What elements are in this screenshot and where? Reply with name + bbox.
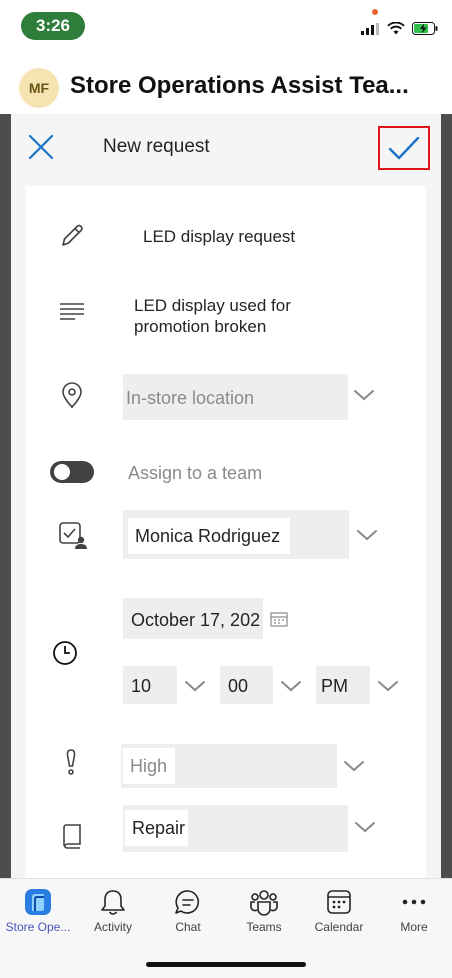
description-line-1: LED display used for [134,296,291,315]
wifi-icon [387,22,405,35]
clock-icon [53,641,77,665]
date-picker[interactable]: October 17, 202 [123,598,263,639]
description-line-2: promotion broken [134,317,267,336]
home-indicator [146,962,306,967]
priority-exclamation-icon [66,749,76,775]
team-header: MF Store Operations Assist Tea... [0,58,452,114]
minute-value: 00 [228,676,249,696]
category-value: Repair [125,810,188,846]
nav-activity[interactable]: Activity [75,887,151,934]
chevron-down-icon[interactable] [356,528,378,542]
close-icon [28,134,54,160]
hour-value: 10 [131,676,152,696]
submit-button[interactable] [378,126,430,170]
ampm-dropdown[interactable]: PM [316,666,370,704]
assign-team-toggle[interactable] [50,461,94,483]
pencil-icon [62,224,83,246]
chevron-down-icon[interactable] [354,820,376,834]
ampm-value: PM [321,676,348,696]
chevron-down-icon[interactable] [280,679,302,693]
teams-icon [250,890,278,916]
assignee-icon [59,522,87,549]
chevron-down-icon[interactable] [343,759,365,773]
priority-value: High [123,748,175,784]
nav-store-operations[interactable]: Store Ope... [0,887,76,934]
cellular-signal-icon [361,22,379,35]
nav-calendar[interactable]: Calendar [301,887,377,934]
recording-dot [372,9,378,15]
nav-more[interactable]: More [376,887,452,934]
location-dropdown[interactable]: In-store location [123,374,348,420]
nav-label: Store Ope... [5,920,71,934]
assignee-value: Monica Rodriguez [128,518,290,554]
close-button[interactable] [26,132,56,162]
chevron-down-icon[interactable] [377,679,399,693]
request-title-input[interactable]: LED display request [143,227,295,247]
request-title: New request [103,136,210,157]
status-time: 3:26 [21,12,85,40]
nav-label: Teams [246,920,282,934]
status-bar: 3:26 [0,0,452,52]
priority-dropdown[interactable]: High [121,744,337,788]
description-lines-icon [60,303,84,320]
team-title: Store Operations Assist Tea... [70,72,409,99]
nav-label: Activity [93,920,132,934]
nav-teams[interactable]: Teams [226,887,302,934]
date-value: October 17, 202 [131,610,261,630]
assign-team-label: Assign to a team [128,463,263,483]
hour-dropdown[interactable]: 10 [123,666,177,704]
location-placeholder: In-store location [126,388,255,408]
chevron-down-icon[interactable] [353,388,375,402]
more-icon [402,899,426,905]
assignee-dropdown[interactable]: Monica Rodriguez [123,510,349,559]
category-dropdown[interactable]: Repair [123,805,348,852]
calendar-icon [327,890,351,914]
nav-label: More [400,920,428,934]
chat-icon [175,890,200,914]
nav-label: Calendar [314,920,364,934]
bell-icon [101,890,125,915]
description-input[interactable]: LED display used for promotion broken [134,295,404,337]
minute-dropdown[interactable]: 00 [220,666,273,704]
chevron-down-icon[interactable] [184,679,206,693]
calendar-icon[interactable] [270,611,288,627]
avatar[interactable]: MF [19,68,59,108]
battery-charging-icon [412,22,438,35]
category-book-icon [63,824,81,849]
location-pin-icon [62,382,82,409]
store-app-icon [25,889,51,915]
nav-label: Chat [175,920,201,934]
nav-chat[interactable]: Chat [150,887,226,934]
checkmark-icon [388,136,420,160]
